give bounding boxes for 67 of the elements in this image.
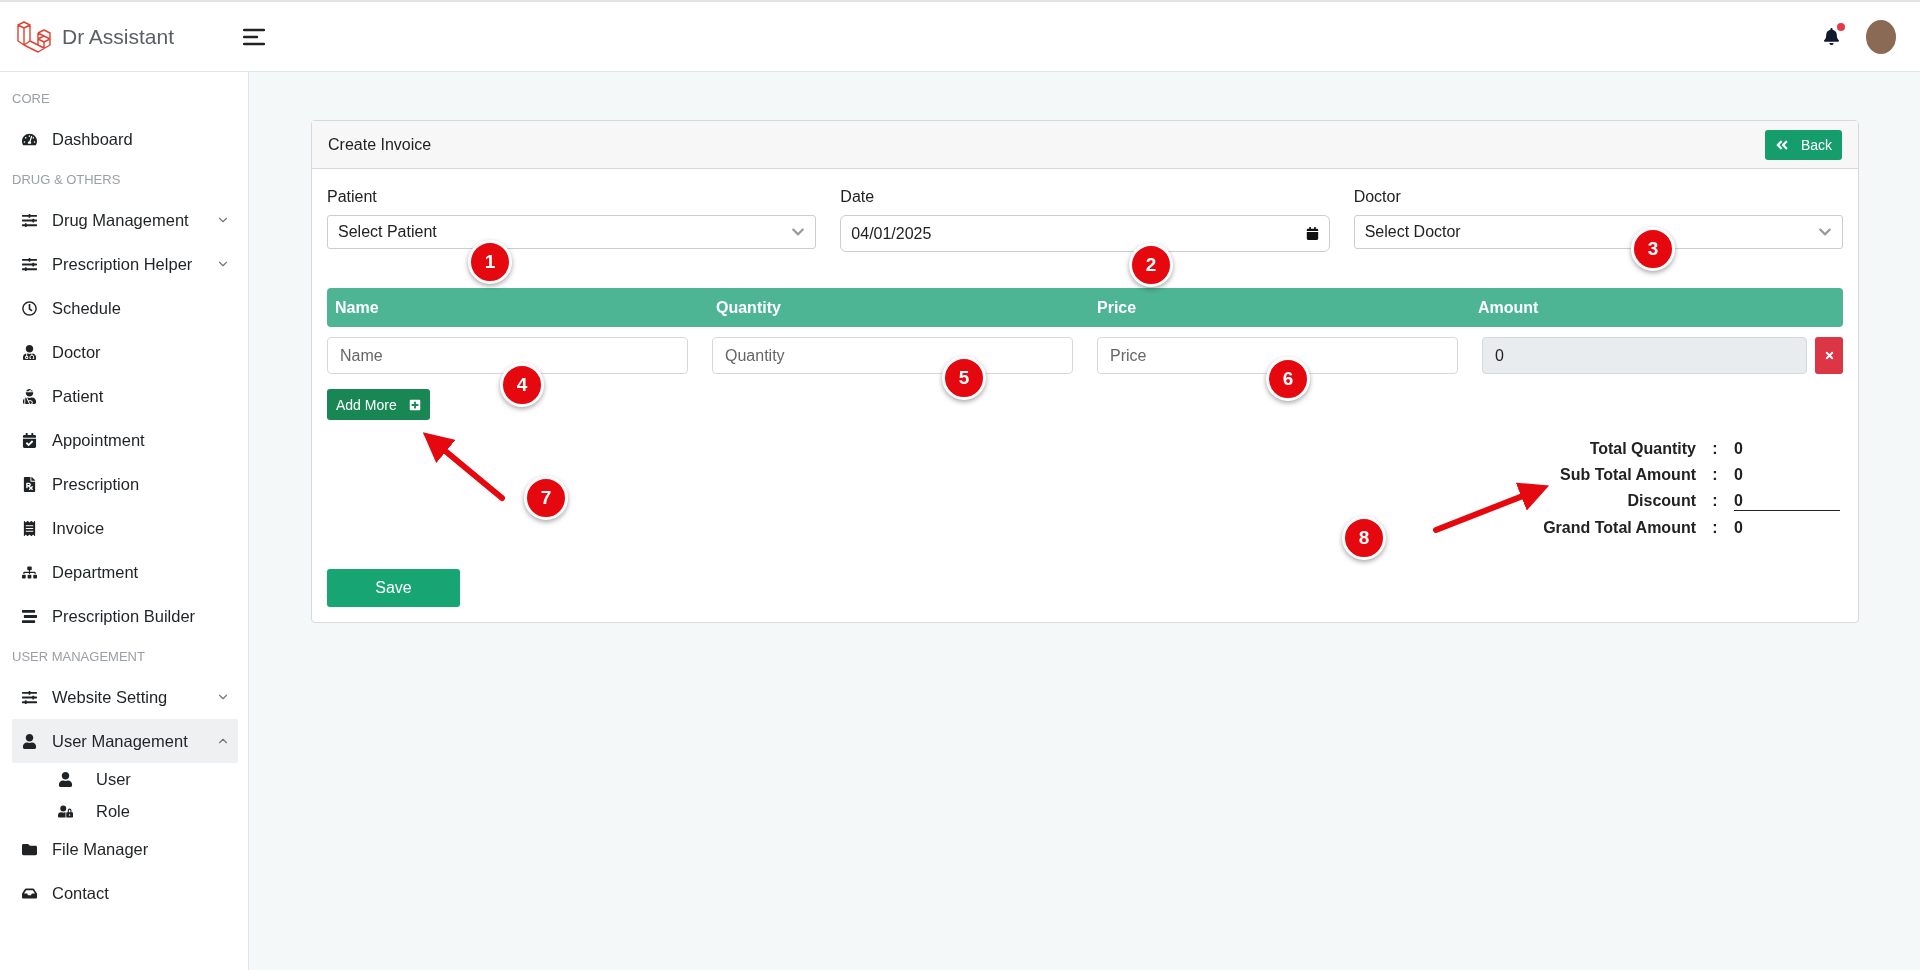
- doctor-icon: [20, 344, 38, 360]
- add-more-button[interactable]: Add More: [327, 389, 430, 420]
- sidebar-item[interactable]: Drug Management: [12, 198, 238, 242]
- sidebar-item[interactable]: Patient: [12, 374, 238, 418]
- sidebar-item[interactable]: Appointment: [12, 418, 238, 462]
- total-label: Discount: [1626, 492, 1696, 511]
- sidebar-item[interactable]: Contact: [12, 871, 238, 915]
- discount-field[interactable]: 0: [1734, 492, 1840, 511]
- sidebar-item[interactable]: Invoice: [12, 506, 238, 550]
- sidebar-item[interactable]: Website Setting: [12, 675, 238, 719]
- sidebar-item[interactable]: File Manager: [12, 827, 238, 871]
- column-header: Quantity: [716, 298, 782, 317]
- app-name: Dr Assistant: [62, 24, 175, 49]
- gauge-icon: [20, 131, 38, 147]
- user-lock-icon: [56, 803, 74, 819]
- sidebar-subitem[interactable]: User: [12, 763, 238, 795]
- field-label: Patient: [327, 188, 378, 206]
- sitemap-icon: [20, 564, 38, 580]
- field-label: Doctor: [1353, 188, 1402, 206]
- remove-button[interactable]: [1815, 337, 1843, 374]
- name-input[interactable]: Name: [327, 337, 688, 374]
- card-title: Create Invoice: [328, 135, 432, 154]
- sliders-icon: [20, 256, 38, 272]
- sliders-icon: [20, 212, 38, 228]
- calendar-check-icon: [20, 432, 38, 448]
- close-icon: [1823, 350, 1835, 361]
- total-value: 0: [1734, 466, 1744, 484]
- clock-icon: [20, 300, 38, 316]
- user-icon: [20, 733, 38, 749]
- section-heading: DRUG & OTHERS: [12, 171, 122, 189]
- sidebar-item[interactable]: Dashboard: [12, 117, 238, 161]
- colon: :: [1711, 492, 1719, 511]
- list-icon: [20, 608, 38, 624]
- sidebar-item[interactable]: Department: [12, 550, 238, 594]
- total-label: Grand Total Amount: [1542, 519, 1696, 537]
- colon: :: [1711, 519, 1719, 537]
- column-header: Price: [1097, 298, 1138, 317]
- calendar-icon: [1305, 227, 1319, 240]
- column-header: Amount: [1478, 298, 1540, 317]
- patient-icon: [20, 388, 38, 404]
- sidebar-subitem[interactable]: Role: [12, 795, 238, 827]
- total-value: 0: [1734, 519, 1744, 537]
- bell-icon[interactable]: [1821, 26, 1842, 47]
- logo-icon: [16, 18, 54, 55]
- sliders-icon: [20, 689, 38, 705]
- sidebar-item[interactable]: Doctor: [12, 330, 238, 374]
- column-header: Name: [335, 298, 380, 317]
- date-field[interactable]: 04/01/2025: [840, 215, 1330, 252]
- sidebar-item[interactable]: Schedule: [12, 286, 238, 330]
- sidebar-item[interactable]: User Management: [12, 719, 238, 763]
- section-heading: CORE: [12, 90, 51, 108]
- total-value: 0: [1734, 440, 1744, 458]
- total-label: Sub Total Amount: [1559, 466, 1696, 484]
- select-field[interactable]: Select Patient: [327, 215, 817, 249]
- amount-input[interactable]: 0: [1482, 337, 1807, 374]
- user-icon: [56, 771, 74, 787]
- folder-icon: [20, 841, 38, 857]
- section-heading: USER MANAGEMENT: [12, 648, 146, 666]
- colon: :: [1711, 466, 1719, 484]
- plus-icon: [408, 398, 421, 411]
- sidebar-item[interactable]: Prescription Builder: [12, 594, 238, 638]
- sidebar-item[interactable]: Prescription Helper: [12, 242, 238, 286]
- colon: :: [1711, 440, 1719, 458]
- sidebar-item[interactable]: Prescription: [12, 462, 238, 506]
- field-label: Date: [840, 188, 876, 206]
- total-label: Total Quantity: [1588, 440, 1696, 458]
- avatar[interactable]: [1866, 19, 1896, 54]
